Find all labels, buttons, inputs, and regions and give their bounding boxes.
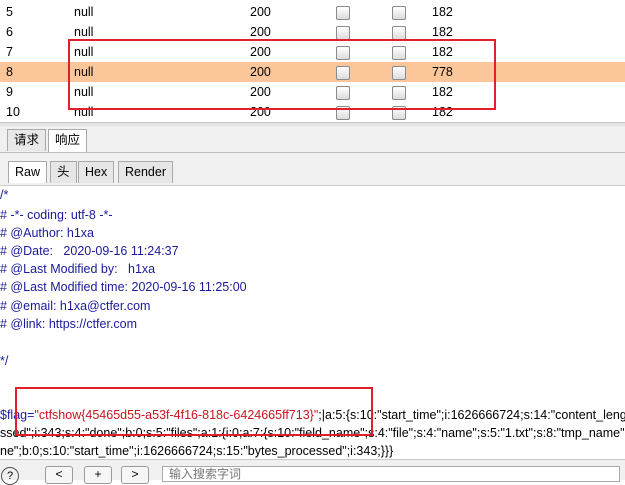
row-payload: null	[74, 5, 94, 19]
body-line: # @email: h1xa@ctfer.com	[0, 299, 151, 313]
response-body[interactable]: /* # -*- coding: utf-8 -*- # @Author: h1…	[0, 186, 625, 458]
row-length: 182	[432, 5, 453, 19]
search-next-button[interactable]: >	[121, 466, 149, 484]
row-status: 200	[250, 5, 271, 19]
timeout-checkbox[interactable]	[392, 6, 406, 20]
body-line: # @Last Modified by: h1xa	[0, 262, 156, 276]
row-number: 10	[6, 105, 20, 119]
body-line: # @Last Modified time: 2020-09-16 11:25:…	[0, 280, 247, 294]
body-line: # @Author: h1xa	[0, 226, 94, 240]
error-checkbox[interactable]	[336, 26, 350, 40]
search-input[interactable]	[162, 466, 620, 482]
body-line: # -*- coding: utf-8 -*-	[0, 208, 113, 222]
row-number: 9	[6, 85, 13, 99]
search-options-button[interactable]: +	[84, 466, 112, 484]
help-icon[interactable]: ?	[1, 467, 19, 485]
row-number: 5	[6, 5, 13, 19]
highlight-box-flag	[15, 387, 373, 436]
timeout-checkbox[interactable]	[392, 26, 406, 40]
view-render-tab[interactable]: Render	[118, 161, 173, 183]
message-tabs: 请求 响应	[0, 126, 625, 153]
body-line: # @link: https://ctfer.com	[0, 317, 138, 331]
body-line: /*	[0, 188, 9, 202]
view-raw-tab[interactable]: Raw	[8, 161, 48, 183]
row-number: 7	[6, 45, 13, 59]
body-line: # @Date: 2020-09-16 11:24:37	[0, 244, 179, 258]
row-number: 8	[6, 65, 13, 79]
search-bar: ? < + >	[0, 459, 625, 485]
error-checkbox[interactable]	[336, 6, 350, 20]
view-hex-tab[interactable]: Hex	[78, 161, 115, 183]
view-mode-bar: Raw 头 Hex Render	[0, 153, 625, 186]
view-headers-tab[interactable]: 头	[50, 161, 77, 183]
tab-request[interactable]: 请求	[7, 129, 47, 151]
search-prev-button[interactable]: <	[45, 466, 73, 484]
tab-response[interactable]: 响应	[48, 129, 88, 152]
results-table: 5 null 200 182 6 null 200 182 7 null 200 182 8 null 20…	[0, 0, 625, 122]
body-line: */	[0, 354, 9, 368]
table-row[interactable]: 5 null 200 182	[0, 2, 625, 22]
highlight-box-rows	[68, 39, 496, 110]
body-line-serialized: ne";b:0;s:10:"start_time";i:1626666724;s…	[0, 444, 394, 458]
row-number: 6	[6, 25, 13, 39]
